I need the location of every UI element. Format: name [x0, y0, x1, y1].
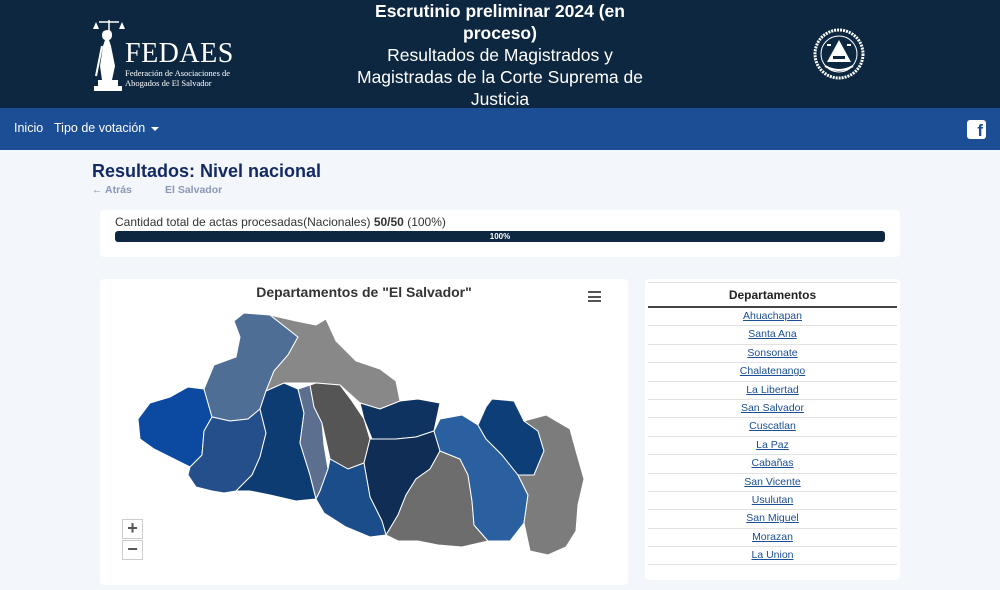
progress-label: Cantidad total de actas procesadas(Nacio… [115, 215, 446, 229]
departamento-link[interactable]: La Libertad [746, 384, 799, 396]
progress-bar-fill: 100% [115, 231, 885, 242]
departamento-link[interactable]: Cabañas [751, 457, 793, 469]
top-header: FEDAES Federación de Asociaciones de Abo… [0, 0, 1000, 110]
departamento-link[interactable]: Morazan [752, 531, 793, 543]
departamento-link[interactable]: La Paz [756, 439, 789, 451]
logo-name: FEDAES [125, 38, 234, 69]
hamburger-menu-icon[interactable] [588, 291, 601, 302]
page-title: Resultados: Nivel nacional [92, 161, 322, 181]
progress-bar: 100% [115, 231, 885, 242]
progress-count: 50/50 [373, 215, 404, 229]
list-item: San Miguel [648, 510, 897, 529]
zoom-out-button[interactable]: − [122, 540, 143, 560]
departamentos-header: Departamentos [648, 282, 897, 308]
fedaes-logo[interactable]: FEDAES Federación de Asociaciones de Abo… [92, 16, 242, 92]
header-title-regular: Resultados de Magistrados y Magistradas … [357, 45, 643, 109]
el-salvador-map [137, 312, 585, 556]
caret-down-icon [151, 126, 160, 131]
list-item: Ahuachapan [648, 308, 897, 327]
list-item: Cabañas [648, 455, 897, 474]
list-item: La Paz [648, 437, 897, 456]
map-title: Departamentos de "El Salvador" [256, 284, 472, 300]
el-salvador-coat-of-arms-icon [813, 28, 865, 80]
departamento-link[interactable]: Santa Ana [748, 328, 796, 340]
list-item: Cuscatlan [648, 418, 897, 437]
breadcrumb-el-salvador[interactable]: El Salvador [165, 184, 222, 196]
departamentos-card: Departamentos Ahuachapan Santa Ana Sonsona… [645, 279, 900, 580]
header-title: Escrutinio preliminar 2024 (en proceso) … [340, 0, 660, 110]
map-region-ahuachapan[interactable] [137, 386, 213, 468]
progress-percent-text: (100%) [407, 215, 446, 229]
list-item: Chalatenango [648, 363, 897, 382]
list-item: La Libertad [648, 382, 897, 400]
facebook-icon[interactable]: f [967, 120, 986, 140]
list-item: Morazan [648, 529, 897, 548]
list-item: San Vicente [648, 474, 897, 492]
departamentos-list: Ahuachapan Santa Ana Sonsonate Chalatenango… [648, 308, 897, 566]
justice-statue-icon [93, 20, 125, 91]
list-item: San Salvador [648, 400, 897, 419]
zoom-in-button[interactable]: + [122, 519, 143, 539]
departamento-link[interactable]: Chalatenango [740, 365, 805, 377]
departamento-link[interactable]: La Union [751, 549, 793, 561]
departamento-link[interactable]: Cuscatlan [749, 420, 796, 432]
nav-tipo-label: Tipo de votación [54, 121, 146, 135]
map-card: Departamentos de "El Salvador" + − [100, 279, 628, 585]
departamento-link[interactable]: Ahuachapan [743, 310, 802, 322]
header-title-bold: Escrutinio preliminar 2024 (en proceso) [375, 1, 625, 43]
nav-tipo-votacion-dropdown[interactable]: Tipo de votación [54, 121, 160, 135]
list-item: La Union [648, 547, 897, 566]
departamento-link[interactable]: San Vicente [744, 476, 800, 488]
departamento-link[interactable]: San Salvador [741, 402, 804, 414]
nav-home-link[interactable]: Inicio [14, 121, 43, 135]
departamento-link[interactable]: Sonsonate [747, 347, 797, 359]
departamento-link[interactable]: San Miguel [746, 512, 799, 524]
main-navbar: Inicio Tipo de votación [0, 108, 1000, 150]
back-link[interactable]: ← Atrás [92, 184, 132, 196]
departamento-link[interactable]: Usulutan [752, 494, 793, 506]
list-item: Usulutan [648, 492, 897, 511]
list-item: Santa Ana [648, 326, 897, 345]
progress-card: Cantidad total de actas procesadas(Nacio… [100, 210, 900, 257]
list-item: Sonsonate [648, 345, 897, 364]
progress-label-text: Cantidad total de actas procesadas(Nacio… [115, 215, 371, 229]
logo-subtitle: Federación de Asociaciones de Abogados d… [125, 68, 231, 88]
